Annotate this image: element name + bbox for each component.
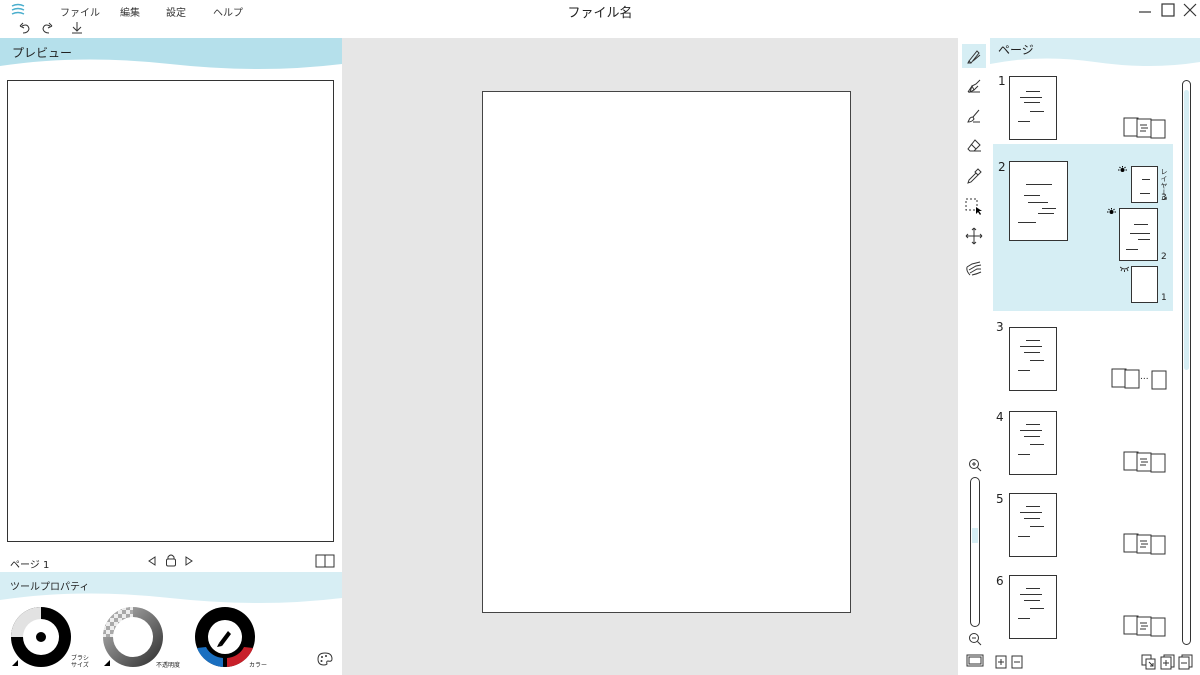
prev-page-icon[interactable] — [147, 556, 157, 566]
palette-icon[interactable] — [317, 652, 333, 666]
menu-settings[interactable]: 設定 — [166, 4, 186, 19]
layer-number-2: 2 — [1161, 252, 1167, 262]
opacity-arrow-icon — [104, 660, 110, 666]
maximize-button[interactable] — [1161, 3, 1175, 17]
download-icon[interactable] — [70, 21, 84, 35]
zoom-slider-thumb[interactable] — [972, 528, 978, 543]
layer-1-hidden-eye-icon[interactable] — [1120, 266, 1129, 272]
page-number-4: 4 — [996, 410, 1004, 424]
preview-page-label: ページ 1 — [10, 560, 50, 571]
page-number-3: 3 — [996, 320, 1004, 334]
remove-layer-icon[interactable] — [1178, 654, 1194, 670]
add-layer-icon[interactable] — [1160, 654, 1176, 670]
hand-icon[interactable] — [962, 256, 986, 280]
layer-thumbnail-2[interactable] — [1119, 208, 1158, 261]
lock-icon[interactable] — [165, 553, 177, 567]
zoom-out-icon[interactable] — [968, 632, 982, 646]
undo-icon[interactable] — [18, 21, 32, 35]
minimize-button[interactable] — [1138, 4, 1152, 18]
layer-stack-icon[interactable] — [1123, 450, 1167, 474]
selection-icon[interactable] — [962, 194, 986, 218]
close-button[interactable] — [1183, 3, 1197, 17]
preview-panel: プレビュー ページ 1 — [0, 38, 342, 572]
canvas-area[interactable] — [342, 38, 958, 675]
page-number-1: 1 — [998, 74, 1006, 88]
brush-size-arrow-icon — [12, 660, 18, 666]
page-number-2: 2 — [998, 160, 1006, 174]
page-thumbnail-5[interactable] — [1009, 493, 1057, 557]
fountain-pen-icon[interactable] — [962, 74, 986, 98]
eyedropper-icon[interactable] — [962, 164, 986, 188]
menu-file[interactable]: ファイル — [60, 4, 100, 19]
app-logo-icon[interactable] — [10, 3, 26, 17]
page-list-scrollbar-thumb[interactable] — [1184, 90, 1189, 370]
preview-title: プレビュー — [12, 46, 73, 60]
layer-number-3: 3 — [1161, 193, 1167, 203]
tool-properties-title: ツールプロパティ — [10, 582, 90, 593]
menu-edit[interactable]: 編集 — [120, 4, 140, 19]
layer-thumbnail-3[interactable] — [1131, 166, 1158, 203]
add-page-icon[interactable] — [995, 655, 1007, 669]
remove-page-icon[interactable] — [1011, 655, 1023, 669]
brush-size-label-1: ブラシ — [71, 655, 89, 662]
tool-properties-panel: ツールプロパティ ブラシ サイズ 不透明度 カラー — [0, 572, 342, 675]
redo-icon[interactable] — [40, 21, 54, 35]
eraser-icon[interactable] — [962, 134, 986, 158]
layer-number-1: 1 — [1161, 293, 1167, 303]
preview-page[interactable] — [7, 80, 334, 542]
page-thumbnail-2[interactable] — [1009, 161, 1068, 241]
zoom-slider[interactable] — [970, 477, 980, 627]
opacity-label: 不透明度 — [156, 662, 181, 669]
page-number-5: 5 — [996, 492, 1004, 506]
page-thumbnail-4[interactable] — [1009, 411, 1057, 475]
layer-3-visibility-eye-icon[interactable] — [1118, 166, 1127, 174]
canvas-page[interactable] — [482, 91, 851, 613]
book-view-icon[interactable] — [315, 554, 335, 568]
page-list: 1 2 レイヤー3 2 1 3 3 ... 4 5 6 — [990, 38, 1180, 648]
brush-size-dial[interactable] — [10, 606, 72, 668]
move-icon[interactable] — [962, 224, 986, 248]
title-bar: ファイル 編集 設定 ヘルプ ファイル名 — [0, 0, 1200, 38]
pen-tool-icon[interactable] — [962, 44, 986, 68]
page-thumbnail-6[interactable] — [1009, 575, 1057, 639]
layer-2-visibility-eye-icon[interactable] — [1107, 208, 1116, 216]
fit-page-icon[interactable] — [966, 654, 984, 668]
layer-stack-icon[interactable] — [1123, 614, 1167, 638]
page-number-6: 6 — [996, 574, 1004, 588]
menu-help[interactable]: ヘルプ — [213, 4, 243, 19]
layer-stack-icon[interactable] — [1123, 532, 1167, 556]
layer-ellipsis: ... — [1140, 372, 1149, 382]
page-thumbnail-3[interactable] — [1009, 327, 1057, 391]
brush-icon[interactable] — [962, 104, 986, 128]
zoom-in-icon[interactable] — [968, 458, 982, 472]
color-label: カラー — [249, 662, 268, 669]
opacity-dial[interactable] — [102, 606, 164, 668]
brush-size-label-2: サイズ — [71, 662, 89, 669]
next-page-icon[interactable] — [184, 556, 194, 566]
merge-layer-icon[interactable] — [1141, 654, 1157, 670]
layer-thumbnail-1[interactable] — [1131, 266, 1158, 303]
page-thumbnail-1[interactable] — [1009, 76, 1057, 140]
layer-stack-icon[interactable] — [1123, 116, 1167, 140]
color-dial[interactable] — [194, 606, 256, 668]
